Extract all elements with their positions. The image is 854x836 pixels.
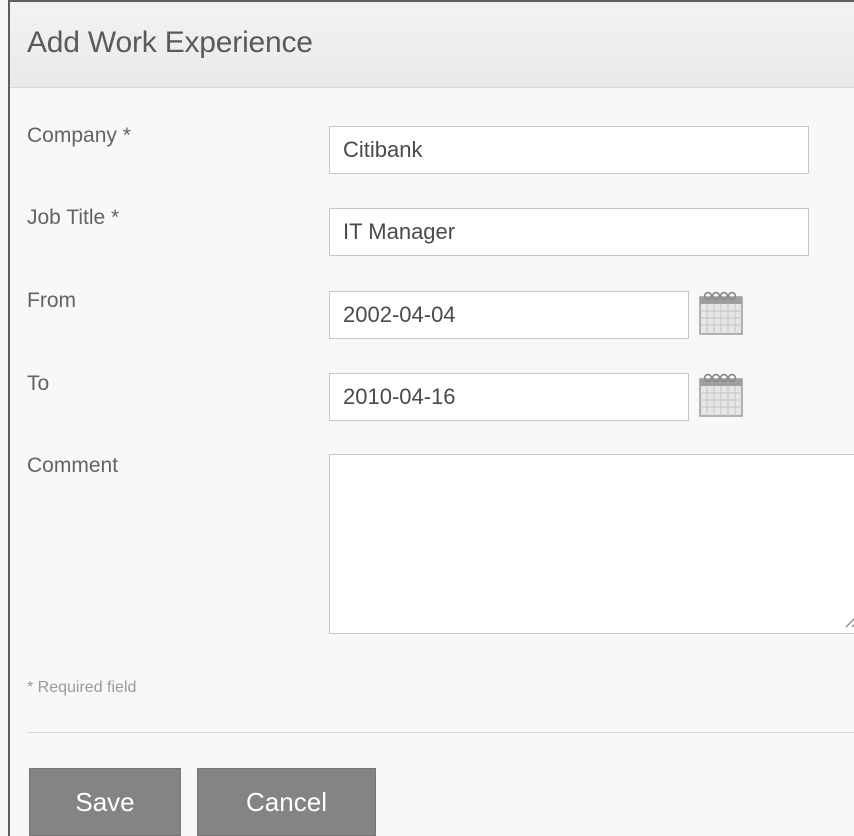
required-field-note: * Required field xyxy=(27,679,137,696)
to-calendar-icon[interactable] xyxy=(698,370,744,418)
company-input[interactable] xyxy=(329,126,809,174)
from-label: From xyxy=(27,289,76,312)
dialog-header: Add Work Experience xyxy=(10,2,854,88)
company-label: Company * xyxy=(27,124,131,147)
comment-textarea[interactable] xyxy=(329,454,854,634)
form-divider xyxy=(27,732,854,733)
resize-grip-icon[interactable] xyxy=(840,609,854,629)
from-calendar-icon[interactable] xyxy=(698,288,744,336)
save-button[interactable]: Save xyxy=(29,768,181,836)
to-date-input[interactable] xyxy=(329,373,689,421)
cancel-button[interactable]: Cancel xyxy=(197,768,376,836)
comment-label: Comment xyxy=(27,454,119,477)
dialog-title: Add Work Experience xyxy=(27,26,313,59)
job-title-label: Job Title * xyxy=(27,206,120,229)
add-work-experience-dialog: Add Work Experience Company * Job Title … xyxy=(8,0,854,836)
to-label: To xyxy=(27,372,50,395)
job-title-input[interactable] xyxy=(329,208,809,256)
from-date-input[interactable] xyxy=(329,291,689,339)
